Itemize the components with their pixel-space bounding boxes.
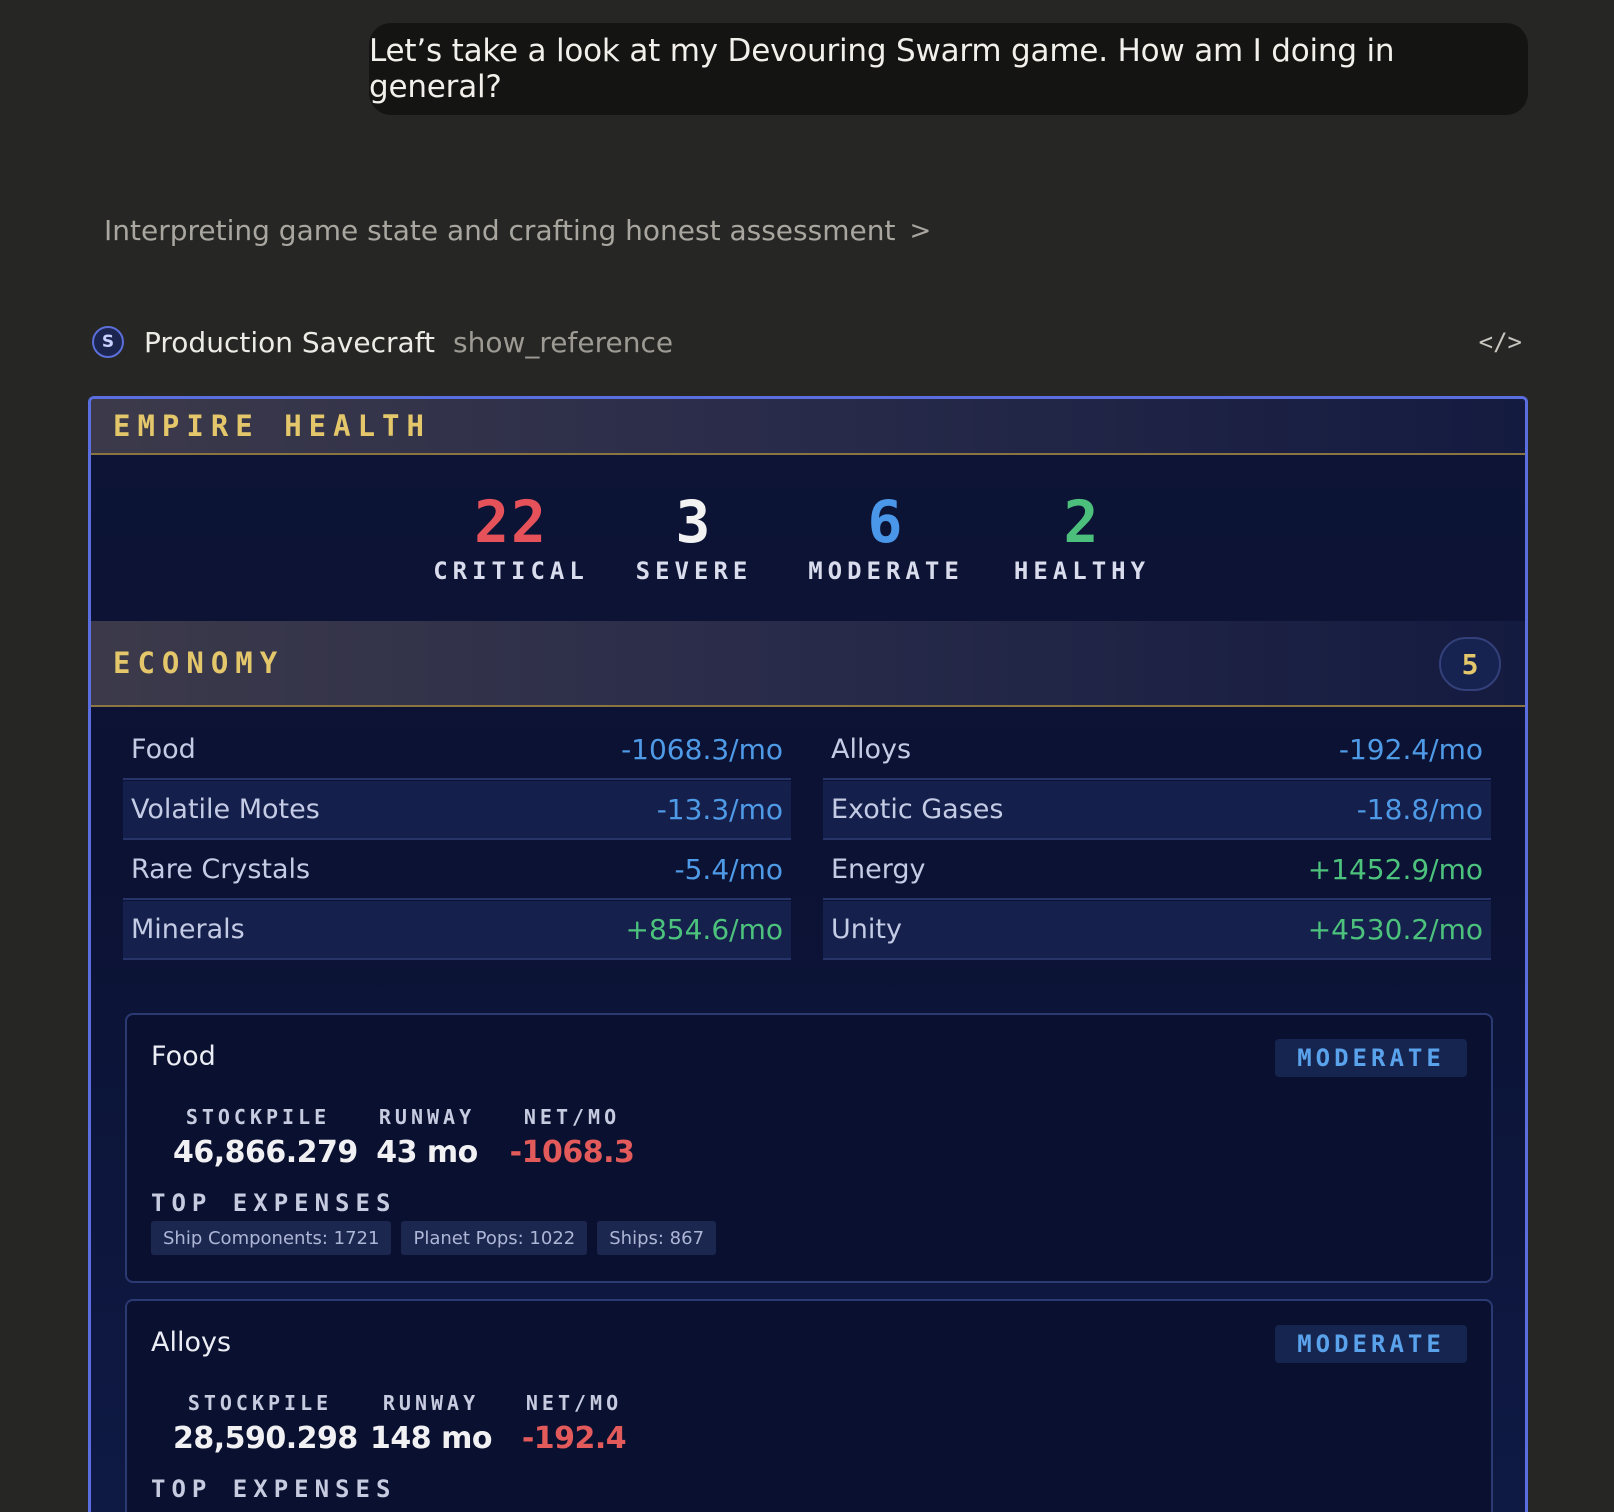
- resource-value: +1452.9/mo: [1307, 853, 1483, 886]
- resource-name: Food: [131, 734, 196, 765]
- metric-value: 46,866.279: [173, 1135, 358, 1170]
- resource-name: Energy: [831, 854, 926, 885]
- metric-value: -192.4: [521, 1421, 627, 1456]
- health-stats: 22 CRITICAL 3 SEVERE 6 MODERATE 2 HEALTH…: [91, 491, 1525, 601]
- resource-name: Volatile Motes: [131, 794, 320, 825]
- thinking-toggle[interactable]: Interpreting game state and crafting hon…: [104, 214, 931, 247]
- stat-value: 6: [867, 488, 905, 556]
- resource-row: Unity +4530.2/mo: [823, 901, 1491, 960]
- user-message-text: Let’s take a look at my Devouring Swarm …: [369, 33, 1395, 105]
- runway-metric: RUNWAY 148 mo: [369, 1391, 493, 1456]
- resource-value: -5.4/mo: [674, 853, 783, 886]
- resource-row: Energy +1452.9/mo: [823, 841, 1491, 900]
- top-expenses-label: TOP EXPENSES: [151, 1475, 397, 1503]
- metric-label: STOCKPILE: [187, 1391, 333, 1415]
- runway-metric: RUNWAY 43 mo: [367, 1105, 487, 1170]
- card-title: Food: [151, 1041, 216, 1072]
- code-icon[interactable]: </>: [1479, 328, 1522, 356]
- resource-row: Alloys -192.4/mo: [823, 721, 1491, 780]
- resource-value: -13.3/mo: [656, 793, 783, 826]
- resource-row: Rare Crystals -5.4/mo: [123, 841, 791, 900]
- stat-value: 22: [474, 488, 548, 556]
- net-metric: NET/MO -192.4: [509, 1391, 639, 1456]
- resource-value: +4530.2/mo: [1307, 913, 1483, 946]
- resource-row: Exotic Gases -18.8/mo: [823, 781, 1491, 840]
- status-badge: MODERATE: [1275, 1039, 1467, 1077]
- empire-health-header: EMPIRE HEALTH: [91, 399, 1525, 455]
- resource-name: Unity: [831, 914, 902, 945]
- tool-name: Production Savecraft: [144, 325, 436, 359]
- metric-value: 43 mo: [376, 1135, 478, 1170]
- resource-row: Minerals +854.6/mo: [123, 901, 791, 960]
- stat-moderate: 6 MODERATE: [801, 491, 971, 585]
- metric-label: STOCKPILE: [185, 1105, 331, 1129]
- stat-value: 3: [675, 488, 713, 556]
- resource-name: Minerals: [131, 914, 245, 945]
- expense-chip: Planet Pops: 1022: [401, 1221, 588, 1255]
- resource-detail-card: Food MODERATE STOCKPILE 46,866.279 RUNWA…: [125, 1013, 1493, 1283]
- metric-value: 148 mo: [370, 1421, 492, 1456]
- stat-healthy: 2 HEALTHY: [1007, 491, 1157, 585]
- stat-label: CRITICAL: [433, 557, 589, 585]
- card-title: Alloys: [151, 1327, 232, 1358]
- stat-label: MODERATE: [808, 557, 964, 585]
- expense-chip: Ships: 867: [597, 1221, 717, 1255]
- status-badge: MODERATE: [1275, 1325, 1467, 1363]
- metric-label: NET/MO: [525, 1391, 623, 1415]
- economy-header[interactable]: ECONOMY 5: [91, 621, 1525, 707]
- resource-row: Food -1068.3/mo: [123, 721, 791, 780]
- stockpile-metric: STOCKPILE 46,866.279: [173, 1105, 358, 1170]
- resource-name: Alloys: [831, 734, 912, 765]
- resource-name: Rare Crystals: [131, 854, 311, 885]
- metric-value: 28,590.298: [173, 1421, 358, 1456]
- metric-value: -1068.3: [509, 1135, 635, 1170]
- expense-chip: Ship Components: 1721: [151, 1221, 392, 1255]
- tool-command: show_reference: [453, 325, 674, 359]
- top-expenses-label: TOP EXPENSES: [151, 1189, 397, 1217]
- tool-call-header: S Production Savecraft show_reference </…: [92, 322, 1522, 362]
- thinking-label: Interpreting game state and crafting hon…: [104, 214, 896, 247]
- savecraft-logo-icon: S: [92, 326, 124, 358]
- stat-label: SEVERE: [635, 557, 753, 585]
- empire-health-title: EMPIRE HEALTH: [113, 409, 431, 443]
- resource-detail-card: Alloys MODERATE STOCKPILE 28,590.298 RUN…: [125, 1299, 1493, 1512]
- stat-label: HEALTHY: [1013, 557, 1151, 585]
- resource-row: Volatile Motes -13.3/mo: [123, 781, 791, 840]
- metric-label: RUNWAY: [382, 1391, 480, 1415]
- empire-report-panel: EMPIRE HEALTH 22 CRITICAL 3 SEVERE 6 MOD…: [88, 396, 1528, 1512]
- expense-chips: Ship Components: 1721 Planet Pops: 1022 …: [151, 1221, 717, 1255]
- resource-value: -1068.3/mo: [621, 733, 783, 766]
- resource-value: -192.4/mo: [1338, 733, 1483, 766]
- metric-label: NET/MO: [523, 1105, 621, 1129]
- net-metric: NET/MO -1068.3: [507, 1105, 637, 1170]
- resource-name: Exotic Gases: [831, 794, 1004, 825]
- stat-value: 2: [1063, 488, 1101, 556]
- stat-severe: 3 SEVERE: [629, 491, 759, 585]
- stat-critical: 22 CRITICAL: [427, 491, 595, 585]
- chevron-right-icon: >: [909, 215, 932, 246]
- resource-value: +854.6/mo: [625, 913, 783, 946]
- economy-title: ECONOMY: [113, 646, 285, 680]
- metric-label: RUNWAY: [378, 1105, 476, 1129]
- user-message-bubble: Let’s take a look at my Devouring Swarm …: [369, 23, 1528, 115]
- resource-value: -18.8/mo: [1356, 793, 1483, 826]
- economy-count-badge: 5: [1439, 637, 1501, 691]
- stockpile-metric: STOCKPILE 28,590.298: [173, 1391, 358, 1456]
